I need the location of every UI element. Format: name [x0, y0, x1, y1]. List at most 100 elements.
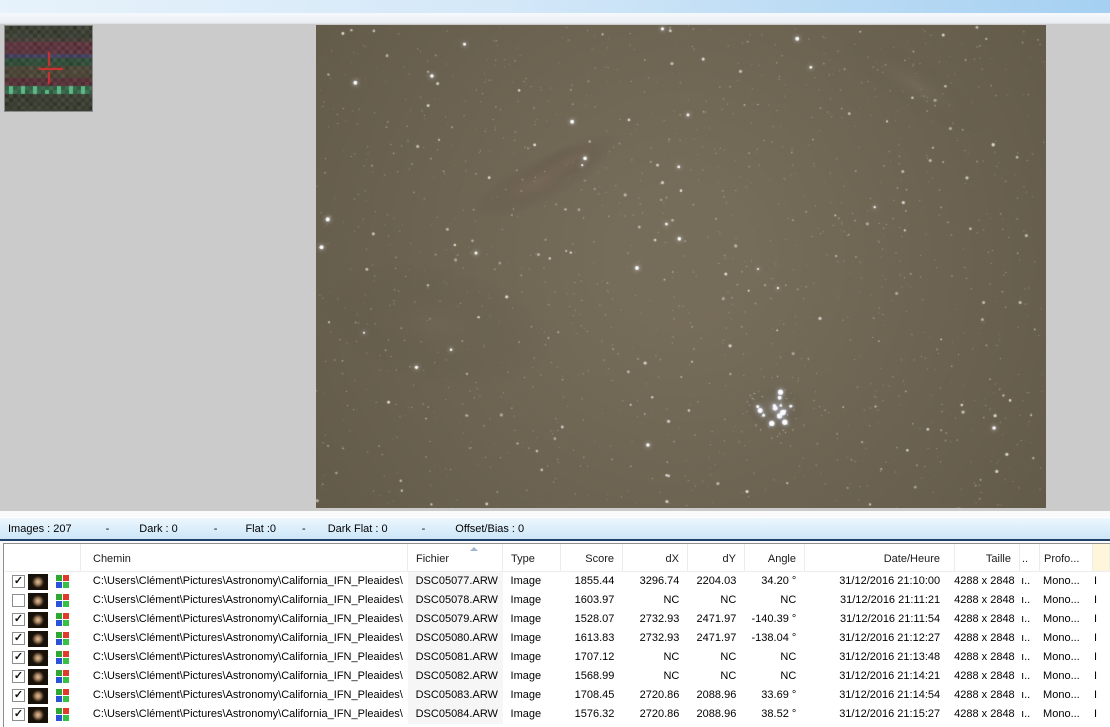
- cfa-bayer-icon: [55, 632, 69, 645]
- star-thumbnail: [27, 706, 48, 723]
- thumbnail-cell: [25, 610, 51, 629]
- table-row[interactable]: ✓ C:\Users\Clément\Pictures\Astronomy\Cal…: [4, 572, 1110, 591]
- thumbnail-cell: [25, 686, 51, 705]
- header-partial-column[interactable]: [1093, 544, 1110, 571]
- cell-narrow: ı..: [1021, 575, 1031, 587]
- row-checkbox[interactable]: ✓: [11, 651, 25, 664]
- astro-image-preview[interactable]: [316, 25, 1046, 508]
- header-dy[interactable]: dY: [688, 544, 745, 571]
- cell-score: 1613.83: [574, 632, 615, 644]
- thumbnail-cell: [25, 591, 51, 610]
- cell-narrow: ı..: [1021, 651, 1031, 663]
- cell-narrow: ı..: [1021, 689, 1031, 701]
- cell-fichier: DSC05083.ARW: [407, 686, 503, 705]
- cell-date_heure: 31/12/2016 21:11:21: [840, 594, 941, 606]
- header-profondeur[interactable]: Profo...: [1040, 544, 1093, 571]
- table-row[interactable]: ✓ C:\Users\Clément\Pictures\Astronomy\Cal…: [4, 667, 1110, 686]
- row-checkbox[interactable]: ✓: [11, 689, 25, 702]
- separator: -: [213, 522, 218, 535]
- cell-score: 1576.32: [574, 708, 615, 720]
- row-checkbox[interactable]: ✓: [11, 575, 25, 588]
- cfa-icon-cell: [51, 686, 81, 705]
- cell-date_heure: 31/12/2016 21:14:21: [839, 670, 941, 682]
- cell-dx: 2732.93: [639, 632, 680, 644]
- cell-fichier: DSC05084.ARW: [407, 705, 503, 724]
- row-checkbox[interactable]: ✓: [11, 613, 25, 626]
- cell-narrow: ı..: [1021, 632, 1031, 644]
- cell-chemin: C:\Users\Clément\Pictures\Astronomy\Cali…: [92, 613, 403, 625]
- cell-date_heure: 31/12/2016 21:11:54: [840, 613, 941, 625]
- cell-narrow: ı..: [1021, 594, 1031, 606]
- cell-taille: 4288 x 2848: [954, 575, 1015, 587]
- cell-angle: 34.20 °: [761, 575, 797, 587]
- header-narrow[interactable]: ..: [1020, 544, 1040, 571]
- cell-partial: I: [1094, 708, 1098, 720]
- header-dx[interactable]: dX: [623, 544, 688, 571]
- table-row[interactable]: ✓ C:\Users\Clément\Pictures\Astronomy\Cal…: [4, 629, 1110, 648]
- header-select-column[interactable]: [4, 544, 81, 571]
- cell-dx: 3296.74: [639, 575, 680, 587]
- cell-partial: I: [1094, 613, 1098, 625]
- count-dark-flat: Dark Flat : 0: [327, 522, 388, 535]
- star-thumbnail: [27, 573, 48, 590]
- cfa-bayer-icon: [55, 594, 69, 607]
- table-row[interactable]: ✓ C:\Users\Clément\Pictures\Astronomy\Cal…: [4, 648, 1110, 667]
- header-chemin[interactable]: Chemin: [81, 544, 408, 571]
- cell-type: Image: [510, 689, 542, 701]
- row-checkbox[interactable]: ✓: [11, 670, 25, 683]
- cell-profondeur: Mono...: [1043, 689, 1080, 701]
- pixel-zoom-panel[interactable]: [4, 25, 93, 112]
- row-checkbox[interactable]: [11, 594, 25, 607]
- row-checkbox[interactable]: ✓: [11, 708, 25, 721]
- cfa-bayer-icon: [55, 670, 69, 683]
- cell-type: Image: [510, 670, 542, 682]
- cell-profondeur: Mono...: [1043, 651, 1080, 663]
- header-type[interactable]: Type: [503, 544, 561, 571]
- table-row[interactable]: ✓ C:\Users\Clément\Pictures\Astronomy\Cal…: [4, 686, 1110, 705]
- table-row[interactable]: ✓ C:\Users\Clément\Pictures\Astronomy\Cal…: [4, 610, 1110, 629]
- table-row[interactable]: C:\Users\Clément\Pictures\Astronomy\Cali…: [4, 591, 1110, 610]
- count-images: Images : 207: [8, 522, 72, 535]
- cell-fichier: DSC05080.ARW: [407, 629, 503, 648]
- separator: -: [302, 522, 306, 535]
- count-offset-bias: Offset/Bias : 0: [455, 522, 525, 535]
- cell-score: 1707.12: [574, 651, 615, 663]
- cell-dx: 2732.93: [639, 613, 680, 625]
- cell-dx: NC: [663, 670, 680, 682]
- cell-partial: I: [1094, 594, 1098, 606]
- cell-date_heure: 31/12/2016 21:12:27: [839, 632, 941, 644]
- cell-angle: 38.52 °: [761, 708, 797, 720]
- cell-type: Image: [510, 708, 542, 720]
- cell-profondeur: Mono...: [1043, 670, 1080, 682]
- cell-chemin: C:\Users\Clément\Pictures\Astronomy\Cali…: [92, 594, 403, 606]
- table-row[interactable]: ✓ C:\Users\Clément\Pictures\Astronomy\Cal…: [4, 705, 1110, 724]
- star-thumbnail: [27, 668, 48, 685]
- header-fichier[interactable]: Fichier: [408, 544, 503, 571]
- cell-taille: 4288 x 2848: [954, 708, 1015, 720]
- star-thumbnail: [27, 630, 48, 647]
- cfa-icon-cell: [51, 629, 81, 648]
- header-angle[interactable]: Angle: [745, 544, 805, 571]
- cell-dx: 2720.86: [639, 708, 680, 720]
- star-thumbnail: [27, 611, 48, 628]
- window-titlebar: [0, 0, 1110, 13]
- cell-profondeur: Mono...: [1043, 708, 1080, 720]
- cell-date_heure: 31/12/2016 21:15:27: [839, 708, 941, 720]
- cell-fichier: DSC05079.ARW: [407, 610, 503, 629]
- cell-type: Image: [510, 594, 542, 606]
- cfa-icon-cell: [51, 648, 81, 667]
- separator: -: [105, 522, 110, 535]
- header-score[interactable]: Score: [561, 544, 623, 571]
- cell-dy: 2088.96: [696, 708, 737, 720]
- cell-chemin: C:\Users\Clément\Pictures\Astronomy\Cali…: [92, 670, 403, 682]
- header-taille[interactable]: Taille: [955, 544, 1020, 571]
- cell-dy: NC: [720, 670, 737, 682]
- cell-narrow: ı..: [1021, 613, 1031, 625]
- header-date-heure[interactable]: Date/Heure: [805, 544, 955, 571]
- cell-dy: 2204.03: [696, 575, 737, 587]
- cell-taille: 4288 x 2848: [954, 613, 1015, 625]
- cell-partial: I: [1094, 651, 1098, 663]
- cell-score: 1568.99: [574, 670, 615, 682]
- row-checkbox[interactable]: ✓: [11, 632, 25, 645]
- sort-asc-icon: [470, 547, 478, 551]
